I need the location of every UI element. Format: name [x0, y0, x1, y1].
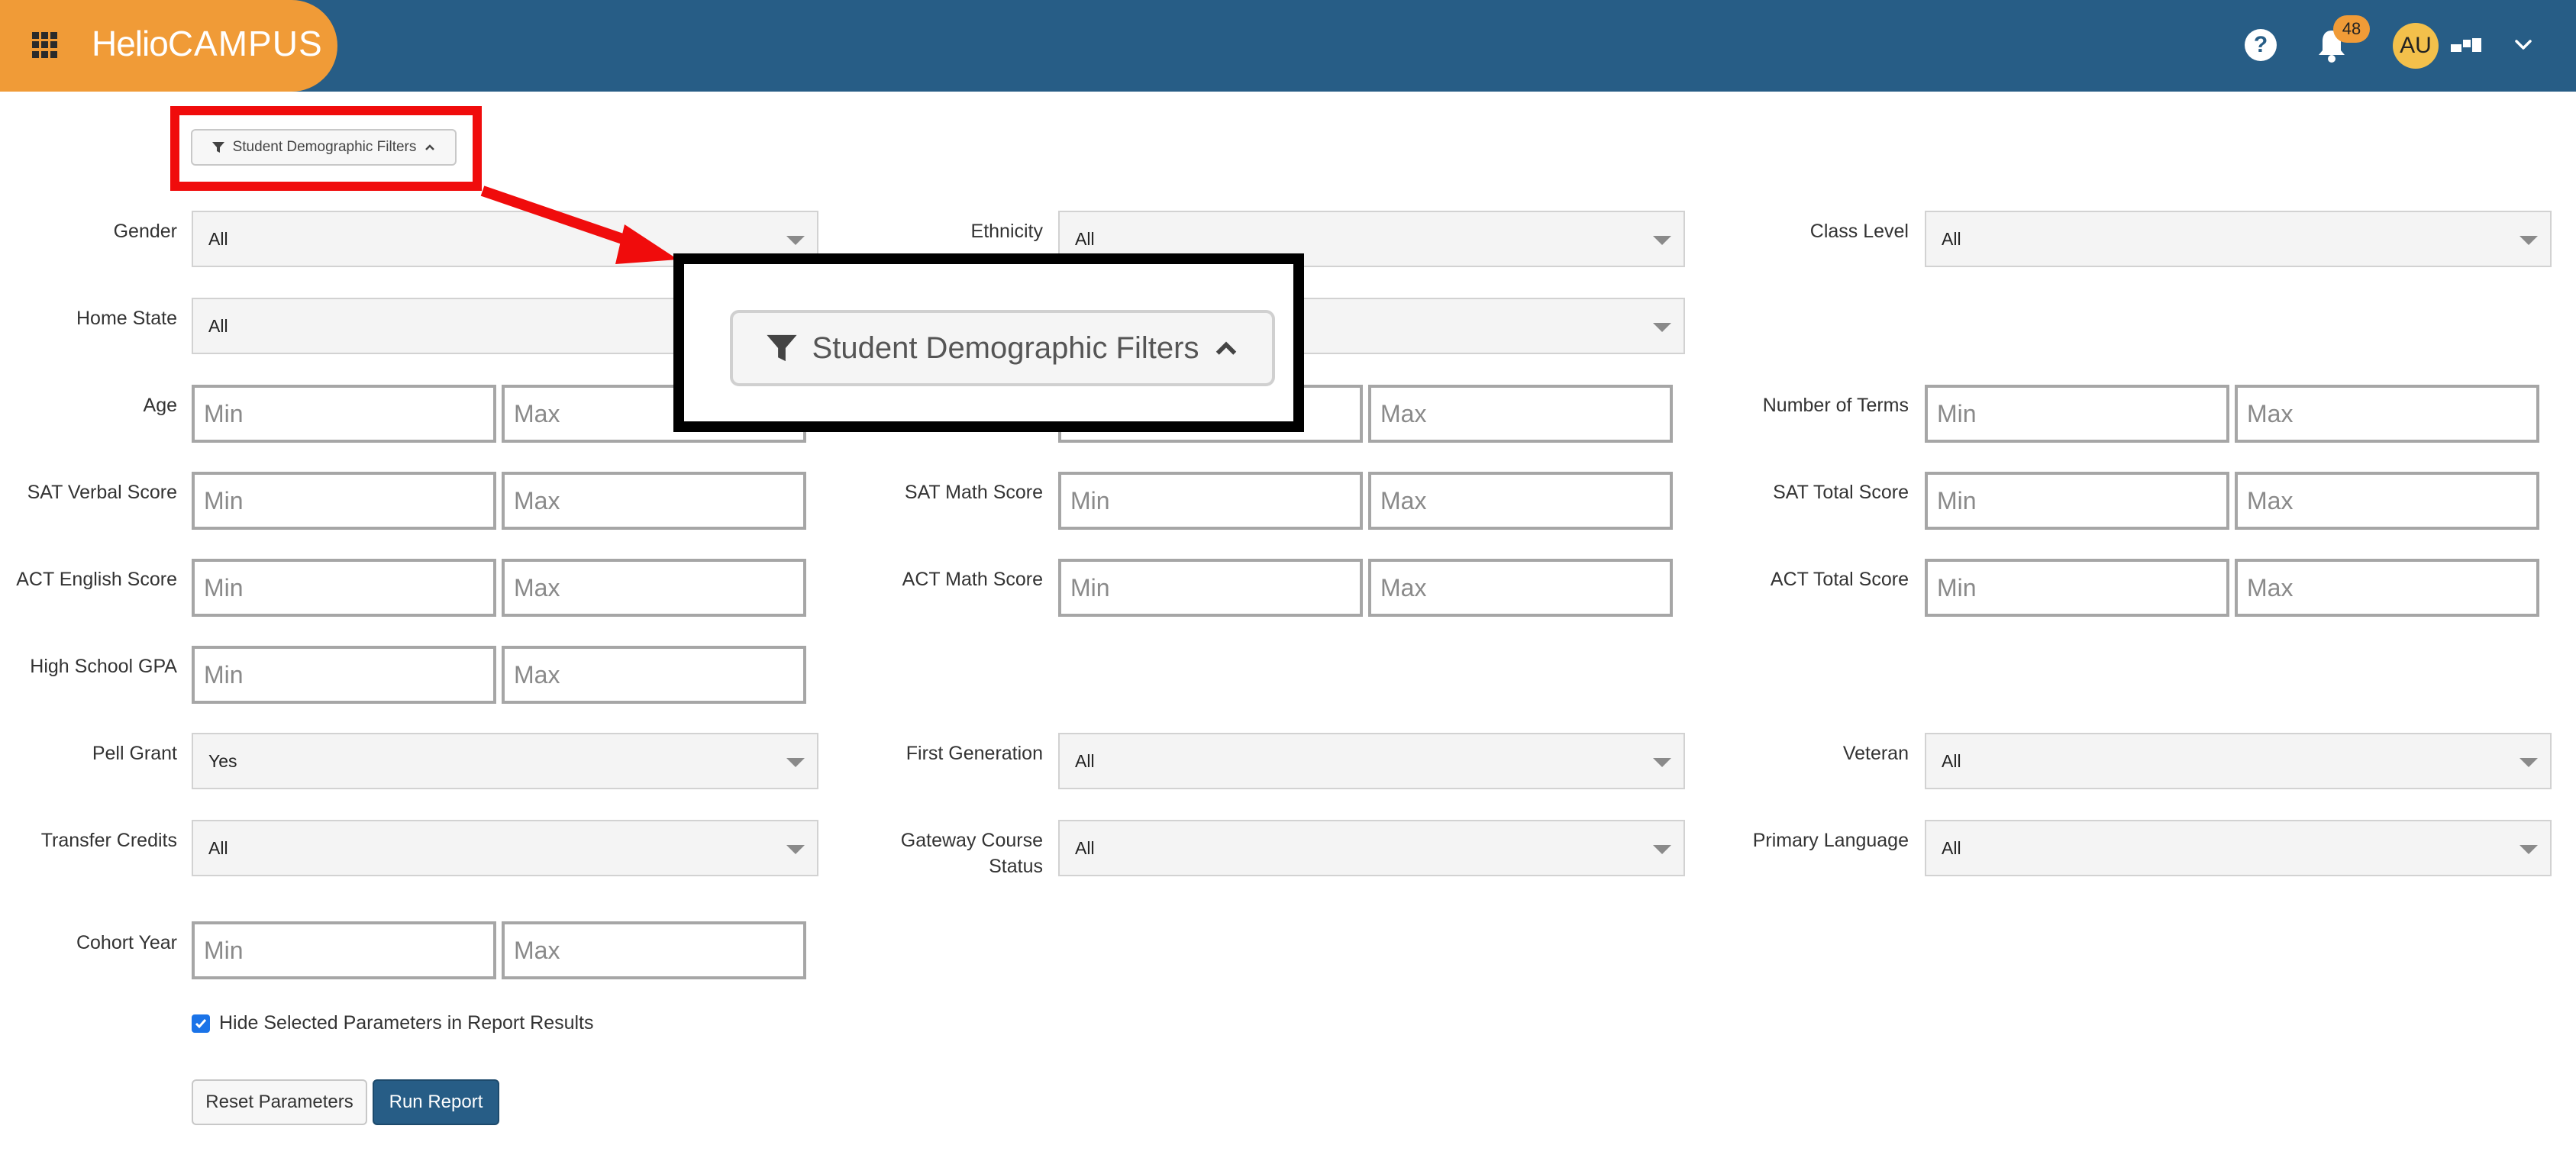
sat-verbal-label: SAT Verbal Score — [27, 482, 177, 503]
act-math-max-input[interactable] — [1368, 559, 1673, 617]
age-label: Age — [143, 395, 177, 416]
caret-down-icon — [1653, 758, 1671, 767]
user-status-icon — [2451, 38, 2481, 52]
zoomed-filters-label: Student Demographic Filters — [812, 331, 1199, 365]
caret-down-icon — [2520, 845, 2538, 854]
home-state-label: Home State — [76, 308, 177, 329]
notification-count-badge: 48 — [2333, 15, 2370, 43]
cohort-year-label: Cohort Year — [76, 932, 177, 953]
class-level-select[interactable]: All — [1925, 211, 2552, 267]
sat-verbal-min-input[interactable] — [192, 472, 496, 530]
sat-math-label: SAT Math Score — [904, 482, 1043, 503]
caret-down-icon — [1653, 845, 1671, 854]
caret-down-icon — [786, 845, 805, 854]
hide-parameters-checkbox[interactable] — [192, 1014, 210, 1033]
pell-grant-label: Pell Grant — [92, 743, 177, 764]
act-total-label: ACT Total Score — [1770, 569, 1909, 590]
caret-down-icon — [786, 236, 805, 245]
high-school-gpa-label: High School GPA — [30, 656, 177, 677]
first-generation-label: First Generation — [905, 743, 1043, 764]
act-english-max-input[interactable] — [502, 559, 806, 617]
caret-down-icon — [1653, 236, 1671, 245]
apps-grid-icon[interactable] — [32, 32, 58, 58]
class-level-label: Class Level — [1809, 221, 1909, 242]
act-math-min-input[interactable] — [1058, 559, 1363, 617]
top-header: HelioCAMPUS ? 48 AU — [0, 0, 2576, 92]
age-min-input[interactable] — [192, 385, 496, 443]
pell-grant-select[interactable]: Yes — [192, 733, 818, 789]
gateway-course-status-select[interactable]: All — [1058, 820, 1685, 876]
sat-total-label: SAT Total Score — [1773, 482, 1909, 503]
number-of-terms-max-input[interactable] — [2235, 385, 2539, 443]
primary-language-label: Primary Language — [1752, 830, 1909, 851]
high-school-gpa-max-input[interactable] — [502, 646, 806, 704]
caret-down-icon — [1653, 323, 1671, 332]
number-of-terms-label: Number of Terms — [1762, 395, 1909, 416]
first-generation-select[interactable]: All — [1058, 733, 1685, 789]
sat-verbal-max-input[interactable] — [502, 472, 806, 530]
transfer-credits-label: Transfer Credits — [40, 830, 177, 851]
zoomed-filters-toggle[interactable]: Student Demographic Filters — [730, 310, 1275, 386]
act-english-min-input[interactable] — [192, 559, 496, 617]
high-school-gpa-min-input[interactable] — [192, 646, 496, 704]
veteran-select[interactable]: All — [1925, 733, 2552, 789]
zoom-callout: Student Demographic Filters — [673, 253, 1304, 432]
gender-label: Gender — [113, 221, 177, 242]
run-report-button[interactable]: Run Report — [373, 1079, 499, 1125]
sat-math-max-input[interactable] — [1368, 472, 1673, 530]
chevron-up-icon — [1216, 341, 1237, 355]
sat-total-min-input[interactable] — [1925, 472, 2229, 530]
brand-area: HelioCAMPUS — [0, 0, 337, 92]
reset-parameters-button[interactable]: Reset Parameters — [192, 1079, 367, 1125]
sat-math-min-input[interactable] — [1058, 472, 1363, 530]
ethnicity-label: Ethnicity — [970, 221, 1043, 242]
number-of-terms-min-input[interactable] — [1925, 385, 2229, 443]
sat-total-max-input[interactable] — [2235, 472, 2539, 530]
user-avatar[interactable]: AU — [2393, 23, 2439, 69]
gateway-course-status-label: Gateway Course Status — [900, 830, 1043, 877]
chevron-down-icon[interactable] — [2512, 34, 2535, 56]
hide-parameters-option[interactable]: Hide Selected Parameters in Report Resul… — [192, 1012, 594, 1034]
caret-down-icon — [2520, 236, 2538, 245]
act-english-label: ACT English Score — [16, 569, 177, 590]
act-math-label: ACT Math Score — [902, 569, 1043, 590]
highlight-box — [170, 106, 482, 191]
help-icon[interactable]: ? — [2245, 29, 2277, 61]
act-total-min-input[interactable] — [1925, 559, 2229, 617]
veteran-label: Veteran — [1842, 743, 1909, 764]
app-logo[interactable]: HelioCAMPUS — [92, 23, 323, 64]
caret-down-icon — [786, 758, 805, 767]
act-total-max-input[interactable] — [2235, 559, 2539, 617]
filter-icon — [766, 334, 797, 362]
checkmark-icon — [195, 1018, 207, 1028]
hide-parameters-label: Hide Selected Parameters in Report Resul… — [219, 1012, 594, 1034]
cohort-year-max-input[interactable] — [502, 921, 806, 979]
primary-language-select[interactable]: All — [1925, 820, 2552, 876]
caret-down-icon — [2520, 758, 2538, 767]
cohort-year-min-input[interactable] — [192, 921, 496, 979]
hidden-max-input[interactable] — [1368, 385, 1673, 443]
transfer-credits-select[interactable]: All — [192, 820, 818, 876]
